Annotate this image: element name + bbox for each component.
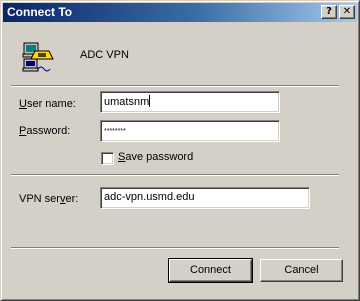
username-label-accel: U	[19, 98, 27, 110]
connect-button[interactable]: Connect	[168, 258, 253, 283]
username-label-rest: ser name:	[26, 98, 76, 110]
save-password-label[interactable]: Save password	[118, 151, 193, 163]
dialup-network-icon	[22, 42, 54, 72]
username-value: umatsnm	[104, 96, 150, 108]
help-button[interactable]: ?	[321, 5, 337, 19]
vpn-label-end: er:	[65, 193, 79, 205]
help-icon: ?	[326, 6, 332, 17]
separator-middle	[11, 174, 339, 176]
vpn-server-field[interactable]: adc-vpn.usmd.edu	[100, 187, 310, 209]
close-icon: ✕	[342, 6, 352, 17]
password-mask: ********	[104, 128, 126, 135]
username-label: User name:	[19, 98, 76, 110]
password-field[interactable]: ********	[100, 120, 280, 142]
window-title: Connect To	[7, 5, 73, 19]
password-label-rest: assword:	[26, 125, 71, 137]
save-password-rest: ave password	[125, 151, 194, 163]
close-button[interactable]: ✕	[339, 5, 355, 19]
vpn-label-start: VPN ser	[19, 193, 60, 205]
password-label: Password:	[19, 125, 70, 137]
separator-top	[11, 85, 339, 87]
cancel-button[interactable]: Cancel	[260, 259, 343, 282]
connection-name: ADC VPN	[80, 49, 129, 61]
username-field[interactable]: umatsnm	[100, 91, 280, 113]
title-bar[interactable]: Connect To ? ✕	[3, 3, 357, 22]
save-password-checkbox[interactable]	[101, 152, 114, 165]
text-caret	[149, 95, 151, 107]
separator-bottom	[11, 247, 339, 249]
vpn-server-value: adc-vpn.usmd.edu	[104, 191, 195, 203]
vpn-server-label: VPN server:	[19, 193, 78, 205]
connect-to-dialog: Connect To ? ✕ ADC VPN User name: umatsn…	[0, 0, 360, 301]
